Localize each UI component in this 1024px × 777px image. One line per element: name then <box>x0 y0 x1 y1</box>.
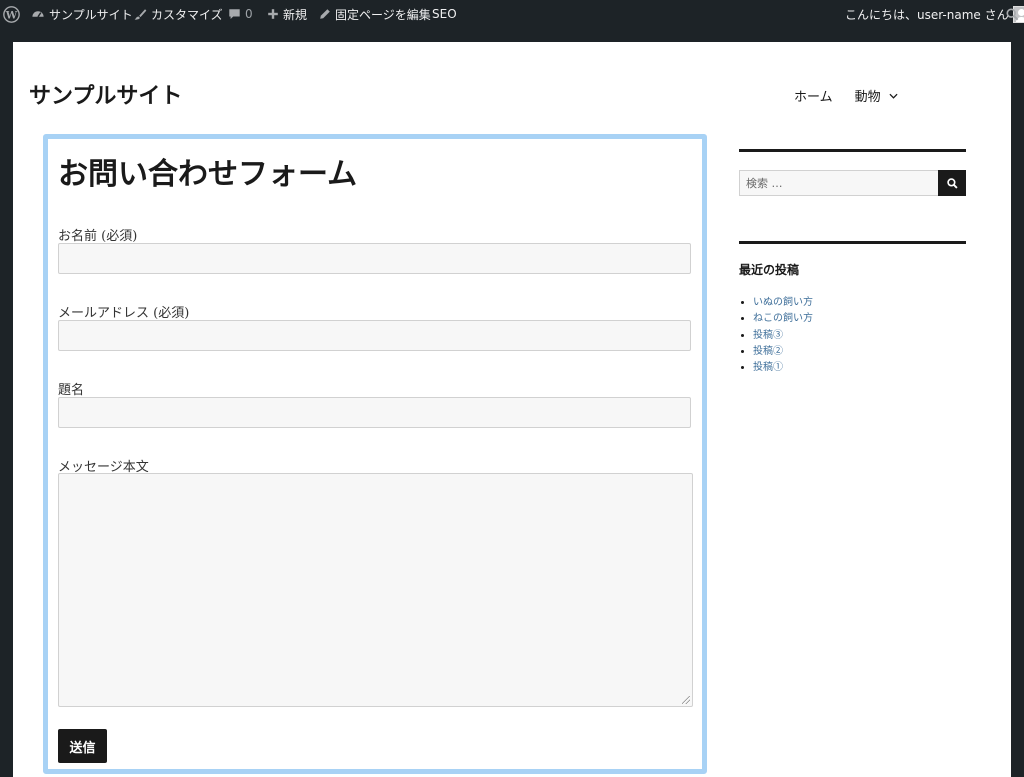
chevron-down-icon <box>889 93 898 99</box>
plus-icon <box>268 9 278 19</box>
new-label: 新規 <box>283 7 308 22</box>
greeting-label: こんにちは、user-name さん <box>845 7 1009 22</box>
recent-posts-list: いぬの飼い方 ねこの飼い方 投稿③ 投稿② 投稿① <box>739 295 813 376</box>
resize-handle[interactable] <box>682 696 690 704</box>
list-item: 投稿③ <box>753 328 813 344</box>
nav-animals-label: 動物 <box>854 90 881 105</box>
recent-post-link[interactable]: 投稿② <box>753 346 783 357</box>
recent-post-link[interactable]: 投稿① <box>753 362 783 373</box>
site-name-menu[interactable]: サンプルサイト <box>31 0 133 28</box>
seo-menu[interactable]: SEO <box>432 0 457 28</box>
account-menu[interactable]: こんにちは、user-name さん <box>845 0 1024 28</box>
comment-bubble-icon <box>229 8 240 19</box>
main-navigation: ホーム 動物 <box>794 86 898 105</box>
comments-count: 0 <box>245 7 253 21</box>
svg-text:W: W <box>5 9 18 21</box>
recent-post-link[interactable]: 投稿③ <box>753 330 783 341</box>
recent-post-link[interactable]: いぬの飼い方 <box>753 297 813 308</box>
search-button[interactable] <box>938 170 966 196</box>
sidebar-divider <box>739 149 966 152</box>
search-icon <box>946 177 958 189</box>
admin-search-icon[interactable] <box>1006 0 1019 28</box>
seo-label: SEO <box>432 7 457 21</box>
customize-label: カスタマイズ <box>151 7 223 22</box>
comments-menu[interactable]: 0 <box>228 0 253 28</box>
email-input[interactable] <box>58 320 691 351</box>
edit-page-label: 固定ページを編集 <box>335 7 431 22</box>
nav-item-home[interactable]: ホーム <box>794 86 833 105</box>
message-textarea[interactable] <box>58 473 693 707</box>
site-title[interactable]: サンプルサイト <box>29 78 182 110</box>
customize-menu[interactable]: カスタマイズ <box>134 0 223 28</box>
dashboard-gauge-icon <box>32 11 44 18</box>
list-item: ねこの飼い方 <box>753 311 813 327</box>
submit-button[interactable]: 送信 <box>58 729 107 763</box>
edit-page-menu[interactable]: 固定ページを編集 <box>319 0 431 28</box>
site-name-label: サンプルサイト <box>49 7 133 22</box>
sidebar-divider <box>739 241 966 244</box>
name-label: お名前 (必須) <box>58 229 138 244</box>
nav-item-animals[interactable]: 動物 <box>855 86 898 105</box>
recent-post-link[interactable]: ねこの飼い方 <box>753 313 813 324</box>
nav-home-label: ホーム <box>794 90 833 105</box>
list-item: 投稿② <box>753 344 813 360</box>
contact-form-area: お問い合わせフォーム お名前 (必須) メールアドレス (必須) 題名 メッセー… <box>43 134 707 774</box>
new-content-menu[interactable]: 新規 <box>267 0 307 28</box>
pencil-icon <box>320 9 330 19</box>
subject-label: 題名 <box>58 383 85 398</box>
brush-icon <box>134 8 147 20</box>
email-label: メールアドレス (必須) <box>58 306 190 321</box>
wordpress-logo-icon[interactable]: W <box>3 0 20 28</box>
list-item: いぬの飼い方 <box>753 295 813 311</box>
list-item: 投稿① <box>753 360 813 376</box>
name-input[interactable] <box>58 243 691 274</box>
page-title: お問い合わせフォーム <box>58 157 358 192</box>
admin-bar: W サンプルサイト カスタマイズ 0 新規 固定ページを編集 SEO こんにちは… <box>0 0 1024 28</box>
recent-posts-title: 最近の投稿 <box>739 263 800 277</box>
search-input[interactable]: 検索 … <box>739 170 938 196</box>
subject-input[interactable] <box>58 397 691 428</box>
search-placeholder: 検索 … <box>746 177 783 190</box>
page-frame: サンプルサイト ホーム 動物 お問い合わせフォーム お名前 (必須) メールアド… <box>13 42 1011 777</box>
